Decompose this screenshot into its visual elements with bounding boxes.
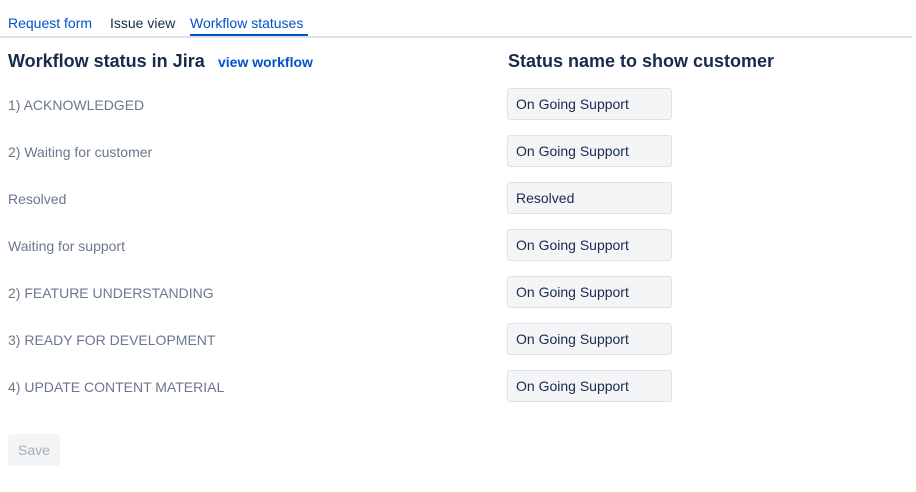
jira-status-label: 1) ACKNOWLEDGED bbox=[8, 97, 145, 113]
customer-status-heading: Status name to show customer bbox=[508, 51, 775, 71]
tab-issue-view[interactable]: Issue view bbox=[110, 15, 175, 31]
jira-status-label: 4) UPDATE CONTENT MATERIAL bbox=[8, 379, 225, 395]
customer-status-field[interactable]: Resolved bbox=[507, 182, 672, 214]
jira-status-label: 2) Waiting for customer bbox=[8, 144, 153, 160]
customer-status-field[interactable]: On Going Support bbox=[507, 276, 672, 308]
tab-request-form[interactable]: Request form bbox=[8, 15, 92, 31]
jira-status-label: 3) READY FOR DEVELOPMENT bbox=[8, 332, 216, 348]
customer-status-field[interactable]: On Going Support bbox=[507, 323, 672, 355]
customer-status-field[interactable]: On Going Support bbox=[507, 135, 672, 167]
tab-bar: Request form Issue view Workflow statuse… bbox=[0, 0, 912, 38]
tab-workflow-statuses[interactable]: Workflow statuses bbox=[190, 15, 303, 31]
jira-status-label: 2) FEATURE UNDERSTANDING bbox=[8, 285, 214, 301]
view-workflow-link[interactable]: view workflow bbox=[218, 54, 313, 70]
workflow-status-heading: Workflow status in Jira bbox=[8, 51, 205, 71]
save-button[interactable]: Save bbox=[8, 434, 60, 466]
customer-status-field[interactable]: On Going Support bbox=[507, 88, 672, 120]
active-tab-indicator bbox=[190, 34, 308, 36]
jira-status-label: Resolved bbox=[8, 191, 67, 207]
customer-status-field[interactable]: On Going Support bbox=[507, 370, 672, 402]
customer-status-field[interactable]: On Going Support bbox=[507, 229, 672, 261]
jira-status-label: Waiting for support bbox=[8, 238, 125, 254]
